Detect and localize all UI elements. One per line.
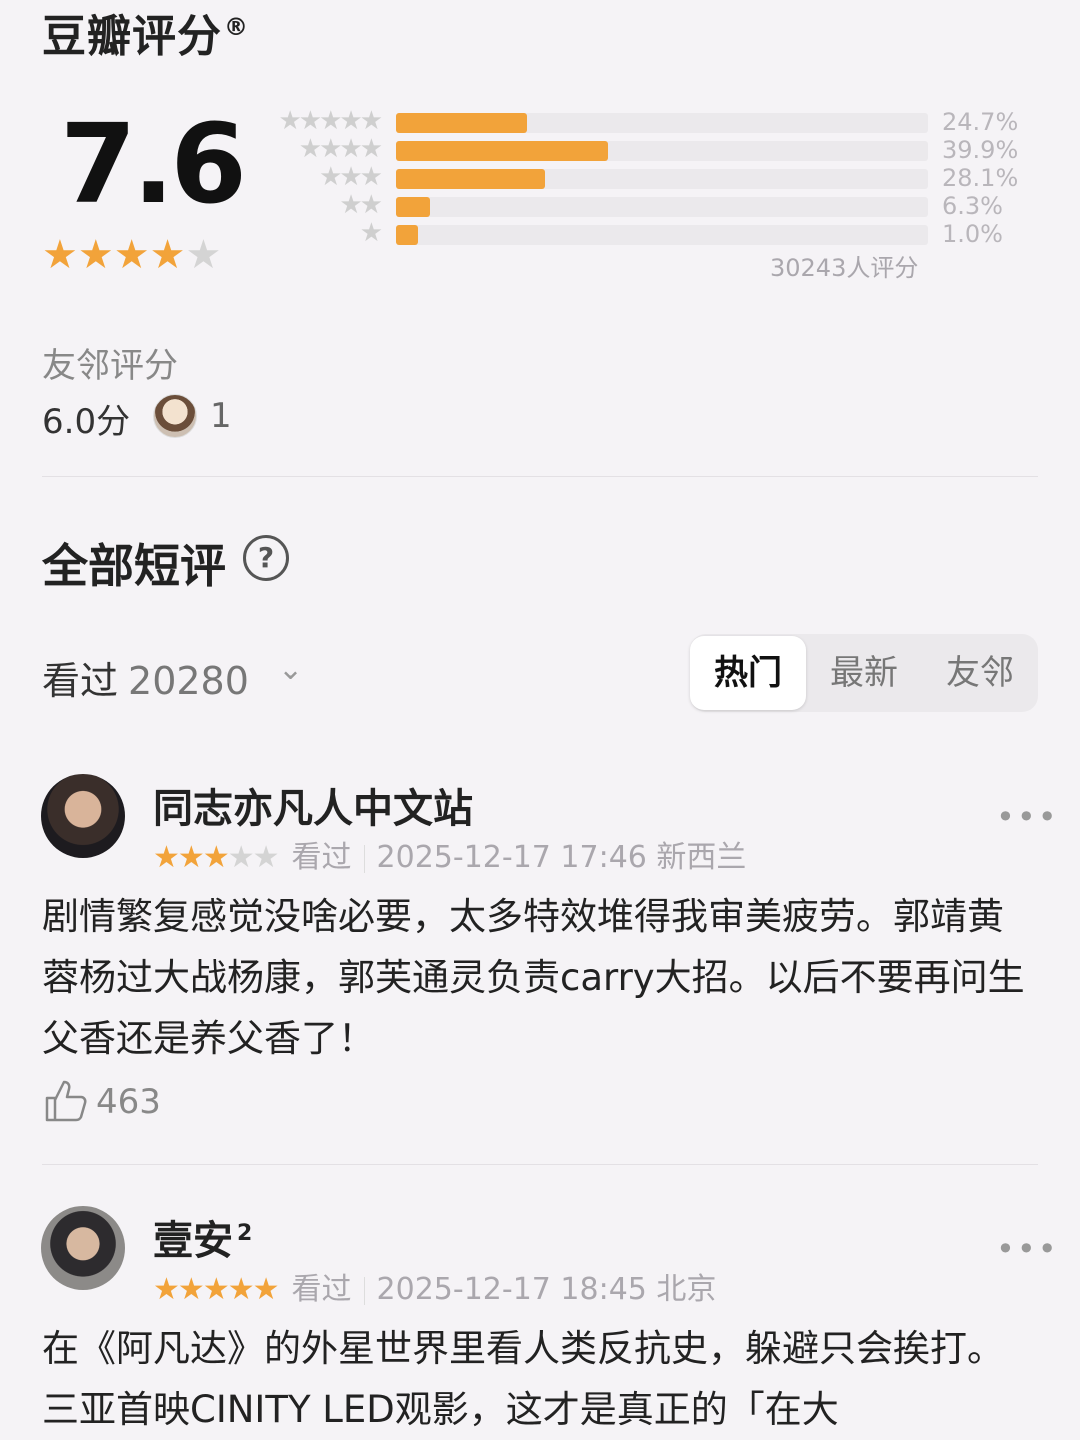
star-icon: ★ xyxy=(202,1272,230,1307)
review-username[interactable]: 壹安 2 xyxy=(153,1208,252,1266)
friend-avatar[interactable] xyxy=(153,394,197,438)
review-text: 在《阿凡达》的外星世界里看人类反抗史，躲避只会挨打。三亚首映CINITY LED… xyxy=(42,1327,1004,1431)
star-icon: ★ xyxy=(77,232,114,278)
rating-title: 豆瓣评分® xyxy=(42,11,249,62)
review-status: 看过 xyxy=(291,840,352,875)
distribution-bar-track xyxy=(396,141,928,161)
star-icon: ★ xyxy=(185,232,222,278)
distribution-bar-track xyxy=(396,225,928,245)
help-icon[interactable]: ? xyxy=(243,535,289,581)
divider xyxy=(363,844,365,873)
distribution-row: ★★ 6.3% xyxy=(258,190,1038,220)
watched-label: 看过 xyxy=(42,659,119,703)
star-icon: ★ xyxy=(177,1272,205,1307)
star-icon: ★ xyxy=(149,232,186,278)
distribution-bar xyxy=(396,169,546,189)
divider xyxy=(42,476,1038,477)
rating-total: 30243人评分 xyxy=(770,254,919,282)
review-meta: ★★★★★ 看过 2025-12-17 18:45 北京 xyxy=(153,1264,716,1308)
distribution-stars: ★★★★ xyxy=(298,134,383,164)
distribution-bar-track xyxy=(396,113,928,133)
overall-stars: ★★★★★ xyxy=(42,232,221,278)
friend-count: 1 xyxy=(210,396,232,436)
distribution-row: ★★★★★ 24.7% xyxy=(258,106,1038,136)
review-status: 看过 xyxy=(291,1272,352,1307)
star-icon: ★ xyxy=(177,840,205,875)
distribution-row: ★★★★ 39.9% xyxy=(258,134,1038,164)
distribution-percent: 39.9% xyxy=(942,136,1019,164)
review-datetime: 2025-12-17 17:46 新西兰 xyxy=(376,840,747,875)
avatar[interactable] xyxy=(41,1206,125,1290)
distribution-bar xyxy=(396,141,609,161)
review-stars: ★★★★★ xyxy=(153,840,280,875)
distribution-percent: 6.3% xyxy=(942,192,1003,220)
more-icon[interactable]: ••• xyxy=(996,1230,1059,1268)
section-title: 全部短评 xyxy=(42,539,226,593)
distribution-percent: 1.0% xyxy=(942,220,1003,248)
distribution-percent: 24.7% xyxy=(942,108,1019,136)
distribution-bar xyxy=(396,225,418,245)
watched-count: 20280 xyxy=(128,659,249,703)
distribution-stars: ★★★ xyxy=(319,162,383,192)
distribution-bar xyxy=(396,113,528,133)
star-icon: ★ xyxy=(113,232,150,278)
distribution-percent: 28.1% xyxy=(942,164,1019,192)
star-icon: ★ xyxy=(42,232,78,278)
tab-friends[interactable]: 友邻 xyxy=(922,634,1038,712)
distribution-bar-track xyxy=(396,169,928,189)
overall-score: 7.6 xyxy=(60,100,247,228)
review-text: 剧情繁复感觉没啥必要，太多特效堆得我审美疲劳。郭靖黄蓉杨过大战杨康，郭芙通灵负责… xyxy=(42,895,1025,1060)
distribution-stars: ★★ xyxy=(339,190,383,220)
registered-mark: ® xyxy=(224,13,249,42)
like-count: 463 xyxy=(96,1082,161,1122)
sort-tabs: 热门 最新 友邻 xyxy=(690,634,1038,712)
friend-rating-label: 友邻评分 xyxy=(42,346,178,386)
divider xyxy=(42,1164,1038,1165)
review-username[interactable]: 同志亦凡人中文站 xyxy=(153,776,473,834)
watched-filter[interactable]: 看过 20280 xyxy=(42,650,249,705)
star-icon: ★ xyxy=(227,840,255,875)
divider xyxy=(363,1276,365,1305)
review-stars: ★★★★★ xyxy=(153,1272,280,1307)
user-badge: 2 xyxy=(237,1220,253,1246)
star-icon: ★ xyxy=(153,840,180,875)
review-meta: ★★★★★ 看过 2025-12-17 17:46 新西兰 xyxy=(153,832,746,876)
star-icon: ★ xyxy=(227,1272,255,1307)
tab-latest[interactable]: 最新 xyxy=(806,634,922,712)
star-icon: ★ xyxy=(153,1272,180,1307)
distribution-row: ★★★ 28.1% xyxy=(258,162,1038,192)
star-icon: ★ xyxy=(252,1272,280,1307)
star-icon: ★ xyxy=(252,840,280,875)
distribution-bar xyxy=(396,197,430,217)
chevron-down-icon[interactable]: ⌄ xyxy=(278,652,303,687)
avatar[interactable] xyxy=(41,774,125,858)
distribution-stars: ★ xyxy=(359,218,383,248)
star-icon: ★ xyxy=(202,840,230,875)
tab-hot[interactable]: 热门 xyxy=(690,636,806,710)
friend-rating-score: 6.0分 xyxy=(42,402,131,442)
distribution-stars: ★★★★★ xyxy=(278,106,383,136)
thumbs-up-icon xyxy=(45,1080,87,1122)
distribution-bar-track xyxy=(396,197,928,217)
review-datetime: 2025-12-17 18:45 北京 xyxy=(376,1272,717,1307)
distribution-row: ★ 1.0% xyxy=(258,218,1038,248)
more-icon[interactable]: ••• xyxy=(996,798,1059,836)
